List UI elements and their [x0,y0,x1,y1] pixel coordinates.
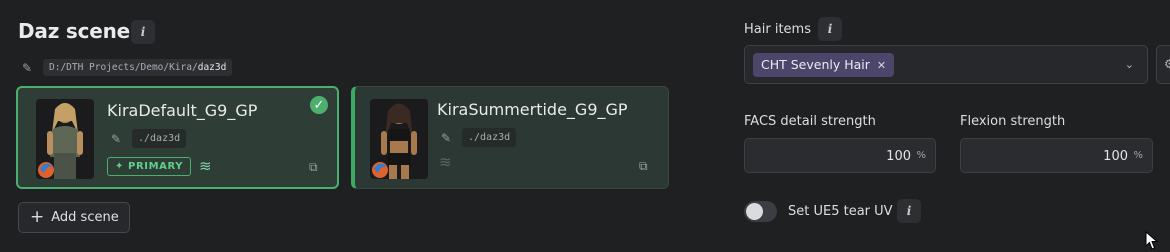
primary-badge: ✦ PRIMARY [107,157,192,176]
path-dim: D:/DTH Projects/Demo/Kira/ [49,62,198,73]
tear-uv-toggle[interactable] [744,201,777,222]
sliders-icon: ⚙ [1164,57,1170,71]
info-icon[interactable]: i [818,17,842,41]
scene-card-kira-default[interactable]: KiraDefault_G9_GP ✎ ./daz3d ✦ PRIMARY ≋ … [16,86,339,189]
selected-check-icon: ✓ [308,94,330,116]
hair-options-button[interactable]: ⚙ [1156,45,1170,84]
remove-tag-icon[interactable]: ✕ [877,59,886,72]
add-scene-label: Add scene [51,210,119,225]
waves-icon[interactable]: ≋ [439,155,452,170]
scene-thumbnail [36,99,94,179]
hair-items-label: Hair items [744,22,811,37]
hair-tag: CHT Sevenly Hair ✕ [753,53,895,77]
facs-unit: % [916,150,926,161]
info-icon[interactable]: i [131,20,155,44]
scene-name: KiraDefault_G9_GP [107,101,258,120]
flexion-unit: % [1133,150,1143,161]
plus-icon: + [30,207,45,227]
facs-label: FACS detail strength [744,114,876,129]
mouse-cursor-icon [1145,231,1159,250]
scene-path: ./daz3d [462,128,517,147]
hair-tag-label: CHT Sevenly Hair [761,57,870,72]
scene-name: KiraSummertide_G9_GP [437,100,628,119]
edit-path-pencil-icon[interactable]: ✎ [111,132,121,146]
toggle-knob [746,203,763,220]
scene-path: ./daz3d [132,129,187,148]
edit-path-pencil-icon[interactable]: ✎ [22,61,32,75]
add-scene-button[interactable]: + Add scene [18,202,130,233]
hair-items-select[interactable]: CHT Sevenly Hair ✕ ⌄ [744,45,1148,84]
scene-thumbnail [370,99,428,179]
external-link-icon[interactable]: ⧉ [309,160,318,175]
chevron-down-icon[interactable]: ⌄ [1125,58,1134,71]
facs-value: 100 [886,149,911,164]
edit-path-pencil-icon[interactable]: ✎ [441,131,451,145]
info-icon[interactable]: i [897,199,921,223]
flexion-strength-input[interactable]: 100 % [960,138,1153,173]
daz-scenes-title: Daz scenes [18,19,142,43]
path-bright: daz3d [197,62,227,73]
tear-uv-label: Set UE5 tear UV [788,204,893,219]
facs-strength-input[interactable]: 100 % [744,138,936,173]
scenes-root-path: D:/DTH Projects/Demo/Kira/daz3d [43,59,233,76]
flexion-label: Flexion strength [960,114,1066,129]
waves-icon[interactable]: ≋ [199,159,212,174]
external-link-icon[interactable]: ⧉ [639,159,648,174]
flexion-value: 100 [1103,149,1128,164]
scene-card-kira-summertide[interactable]: KiraSummertide_G9_GP ✎ ./daz3d ≋ ⧉ [351,86,669,189]
